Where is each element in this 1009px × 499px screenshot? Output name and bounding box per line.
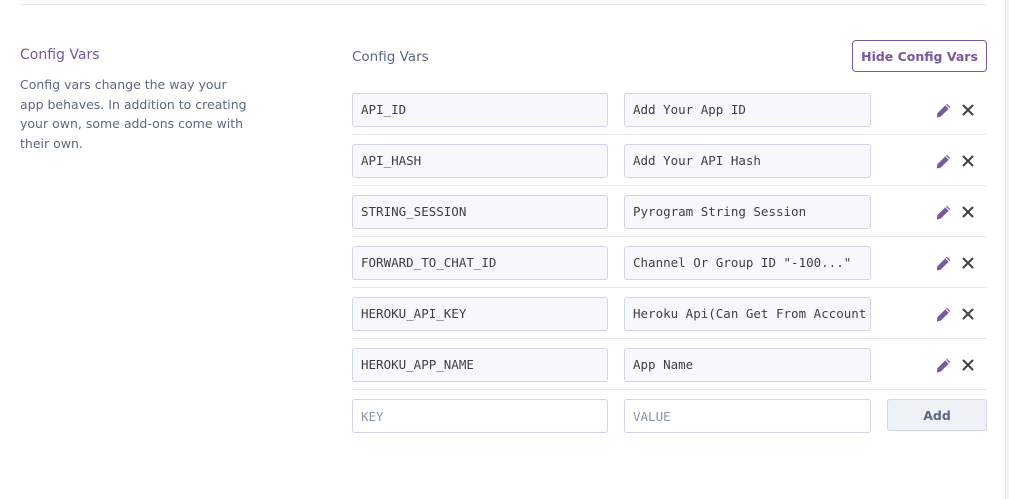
- config-var-value[interactable]: Add Your API Hash: [624, 144, 871, 178]
- new-config-var-row: Add: [352, 390, 987, 441]
- config-var-key[interactable]: HEROKU_API_KEY: [352, 297, 608, 331]
- config-var-value[interactable]: Channel Or Group ID "-100...": [624, 246, 871, 280]
- config-var-row: STRING_SESSION Pyrogram String Session: [352, 186, 987, 237]
- new-value-input[interactable]: [624, 399, 871, 433]
- config-var-value[interactable]: Pyrogram String Session: [624, 195, 871, 229]
- config-var-key[interactable]: HEROKU_APP_NAME: [352, 348, 608, 382]
- close-icon[interactable]: [959, 305, 977, 323]
- right-edge-divider: [1005, 0, 1009, 499]
- config-vars-list: API_ID Add Your App ID API_HASH Add Your…: [352, 84, 987, 441]
- config-var-row: API_ID Add Your App ID: [352, 84, 987, 135]
- pencil-icon[interactable]: [934, 203, 952, 221]
- hide-config-vars-button[interactable]: Hide Config Vars: [852, 40, 987, 72]
- config-var-row: HEROKU_APP_NAME App Name: [352, 339, 987, 390]
- section-description: Config vars change the way your app beha…: [20, 77, 247, 151]
- close-icon[interactable]: [959, 152, 977, 170]
- close-icon[interactable]: [959, 356, 977, 374]
- add-config-var-button[interactable]: Add: [887, 399, 987, 431]
- pencil-icon[interactable]: [934, 356, 952, 374]
- config-var-row: API_HASH Add Your API Hash: [352, 135, 987, 186]
- config-var-key[interactable]: STRING_SESSION: [352, 195, 608, 229]
- section-info: Config Vars Config vars change the way y…: [20, 46, 250, 153]
- close-icon[interactable]: [959, 203, 977, 221]
- config-var-value[interactable]: Heroku Api(Can Get From Account: [624, 297, 871, 331]
- config-var-row: HEROKU_API_KEY Heroku Api(Can Get From A…: [352, 288, 987, 339]
- config-var-key[interactable]: API_HASH: [352, 144, 608, 178]
- close-icon[interactable]: [959, 101, 977, 119]
- config-var-value[interactable]: Add Your App ID: [624, 93, 871, 127]
- config-vars-page: Config Vars Config vars change the way y…: [0, 0, 1009, 499]
- close-icon[interactable]: [959, 254, 977, 272]
- top-divider: [20, 4, 987, 5]
- pencil-icon[interactable]: [934, 101, 952, 119]
- pencil-icon[interactable]: [934, 254, 952, 272]
- new-key-input[interactable]: [352, 399, 608, 433]
- section-title: Config Vars: [20, 47, 100, 63]
- config-var-value[interactable]: App Name: [624, 348, 871, 382]
- config-var-key[interactable]: FORWARD_TO_CHAT_ID: [352, 246, 608, 280]
- config-var-key[interactable]: API_ID: [352, 93, 608, 127]
- pencil-icon[interactable]: [934, 305, 952, 323]
- config-var-row: FORWARD_TO_CHAT_ID Channel Or Group ID "…: [352, 237, 987, 288]
- panel-title: Config Vars: [352, 49, 429, 65]
- pencil-icon[interactable]: [934, 152, 952, 170]
